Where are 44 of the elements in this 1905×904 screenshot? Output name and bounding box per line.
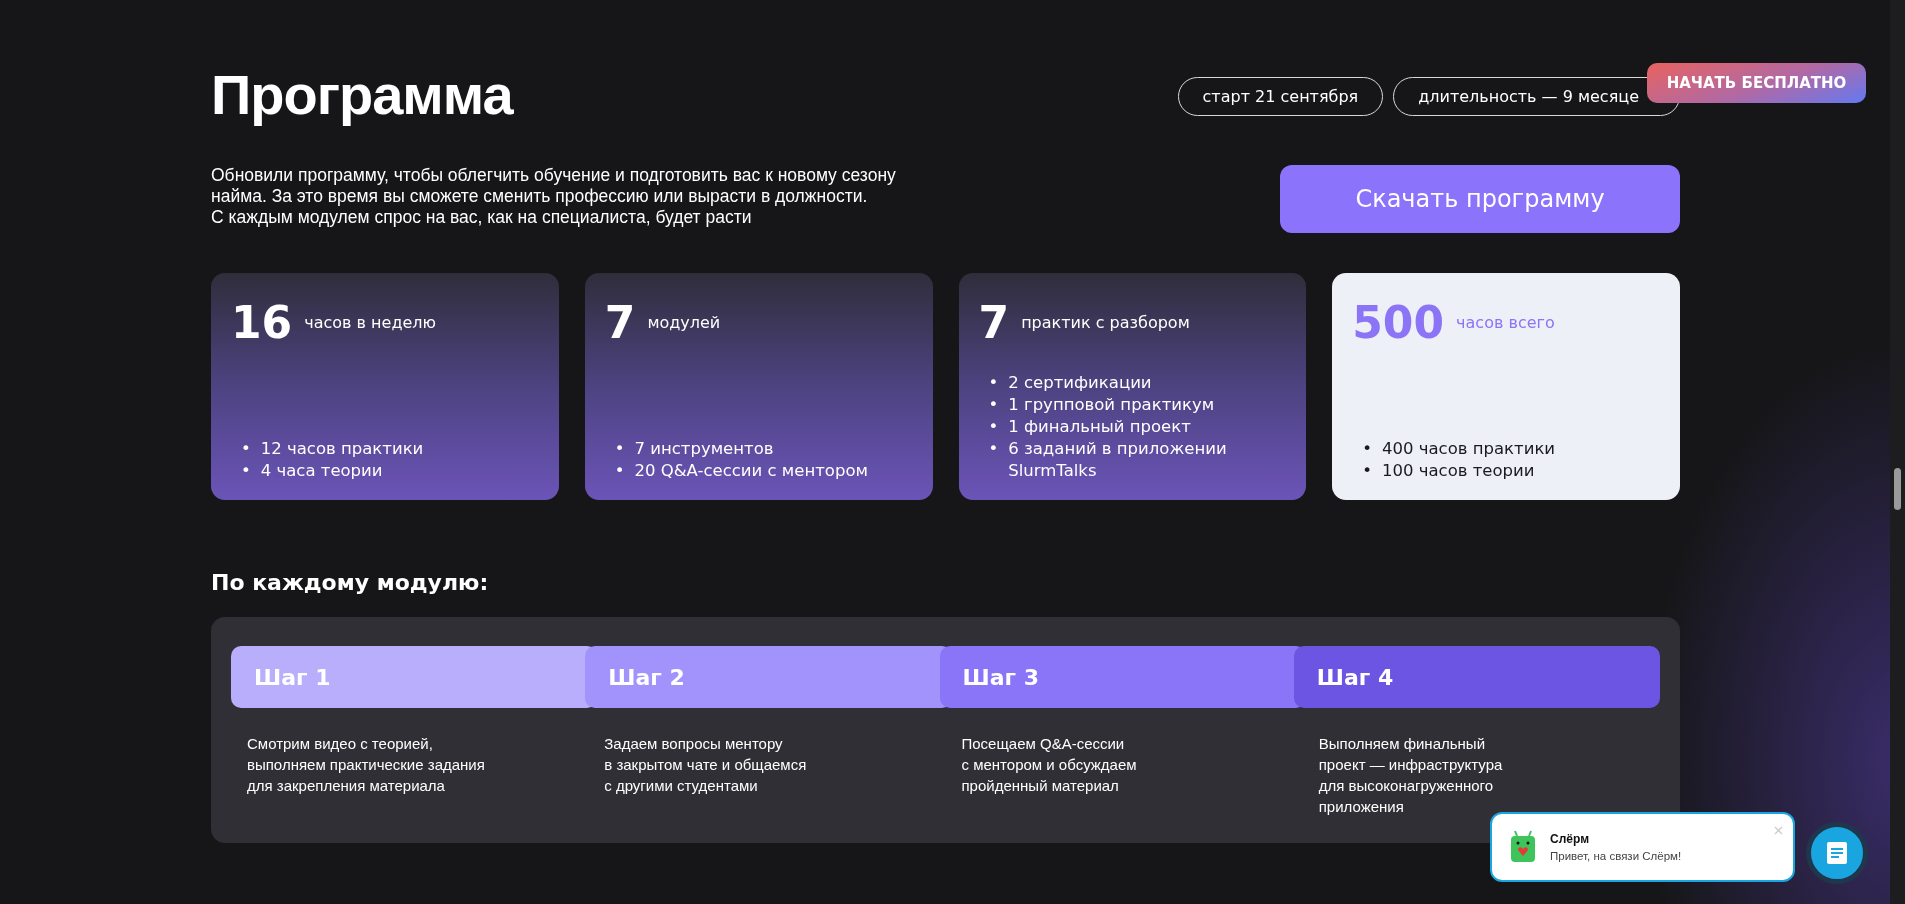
stat-item: 12 часов практики (260, 438, 424, 460)
step-description: Смотрим видео с теорией, выполняем практические задания для закрепления материала (246, 734, 486, 796)
stat-caption: модулей (647, 313, 721, 332)
bullet-icon: • (1362, 460, 1372, 482)
stat-number: 500 (1352, 297, 1445, 348)
scrollbar-thumb[interactable] (1894, 468, 1901, 510)
bullet-icon: • (241, 460, 251, 482)
intro-paragraph: Обновили программу, чтобы облегчить обучение и подготовить вас к новому сезону найма. За это время вы сможете сменить профессию или вырасти в должности. С каждым модулем спрос на вас, как на специалиста, будет расти (211, 165, 896, 228)
stat-item: 1 финальный проект (1008, 416, 1191, 438)
start-free-button[interactable]: НАЧАТЬ БЕСПЛАТНО (1647, 63, 1866, 103)
bullet-icon: • (241, 438, 251, 460)
stat-caption: часов в неделю (304, 313, 436, 332)
bullet-icon: • (614, 438, 625, 460)
stat-number: 16 (231, 297, 293, 348)
bullet-icon: • (988, 416, 999, 438)
stat-item: 6 заданий в приложении SlurmTalks (1008, 438, 1228, 482)
stat-number: 7 (978, 297, 1010, 348)
robot-mascot-icon (1510, 830, 1536, 864)
stat-item: 400 часов практики (1382, 438, 1556, 460)
bullet-icon: • (614, 460, 625, 482)
chat-sender: Слёрм (1550, 832, 1590, 846)
step-bar: Шаг 4 (1293, 646, 1660, 708)
stat-item: 100 часов теории (1382, 460, 1535, 482)
scrollbar[interactable] (1890, 0, 1905, 904)
step-description: Выполняем финальный проект — инфраструктура для высоконагруженного приложения (1317, 734, 1504, 817)
bullet-icon: • (988, 438, 999, 460)
stat-caption: практик с разбором (1021, 313, 1190, 332)
step-description: Посещаем Q&A-сессии с ментором и обсуждаем пройденный материал (960, 734, 1138, 796)
chat-message: Привет, на связи Слёрм! (1550, 850, 1682, 862)
stat-number: 7 (604, 297, 636, 348)
stat-item: 7 инструментов (634, 438, 774, 460)
stat-item: 4 часа теории (260, 460, 383, 482)
stat-item: 2 сертификации (1008, 372, 1152, 394)
section-title: Программа (211, 62, 513, 127)
stat-item: 1 групповой практикум (1008, 394, 1215, 416)
modules-heading: По каждому модулю: (211, 570, 490, 595)
bullet-icon: • (988, 394, 999, 416)
message-icon (1827, 842, 1847, 864)
stat-caption: часов всего (1456, 313, 1555, 332)
stat-item: 20 Q&A-сессии с ментором (634, 460, 868, 482)
bullet-icon: • (1362, 438, 1372, 460)
step-description: Задаем вопросы ментору в закрытом чате и общаемся с другими студентами (603, 734, 808, 796)
bullet-icon: • (988, 372, 999, 394)
download-button[interactable]: Скачать программу (1280, 165, 1680, 233)
